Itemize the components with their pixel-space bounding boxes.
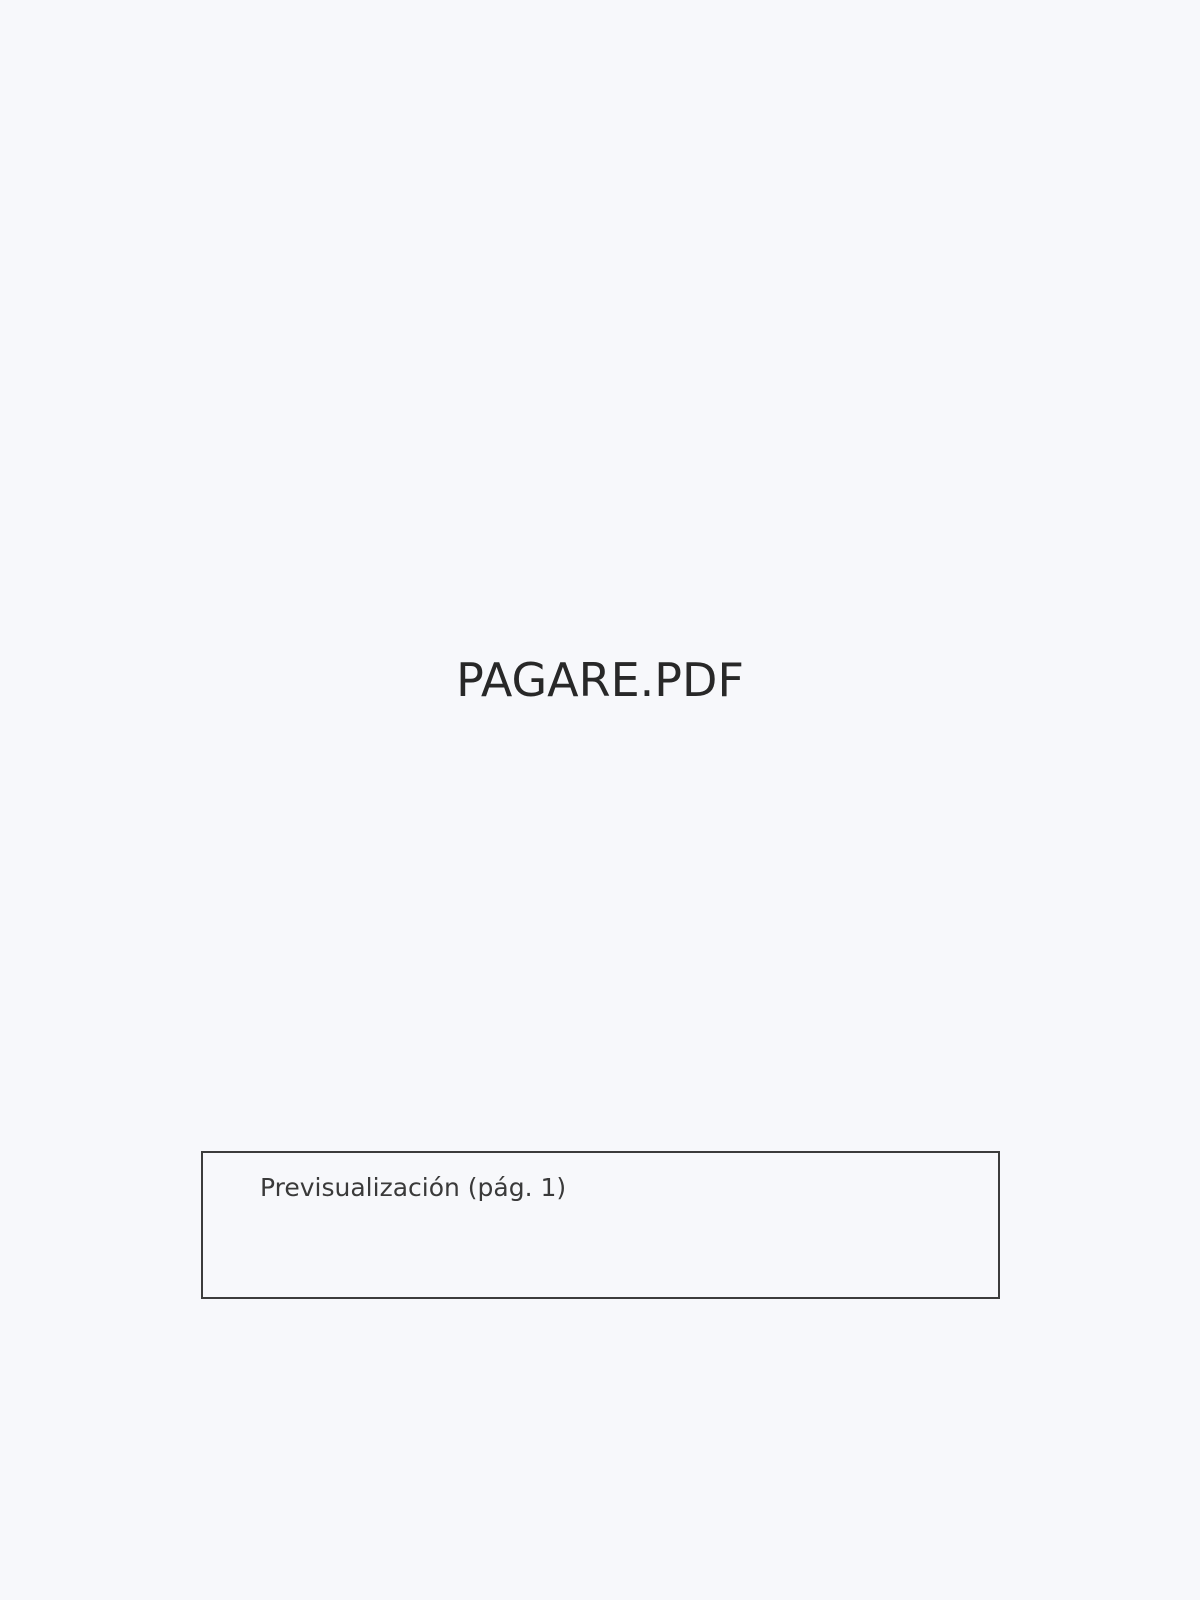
page-preview-box[interactable]: Previsualización (pág. 1)	[201, 1151, 1000, 1299]
document-title: PAGARE.PDF	[456, 653, 744, 707]
preview-label: Previsualización (pág. 1)	[260, 1173, 567, 1202]
